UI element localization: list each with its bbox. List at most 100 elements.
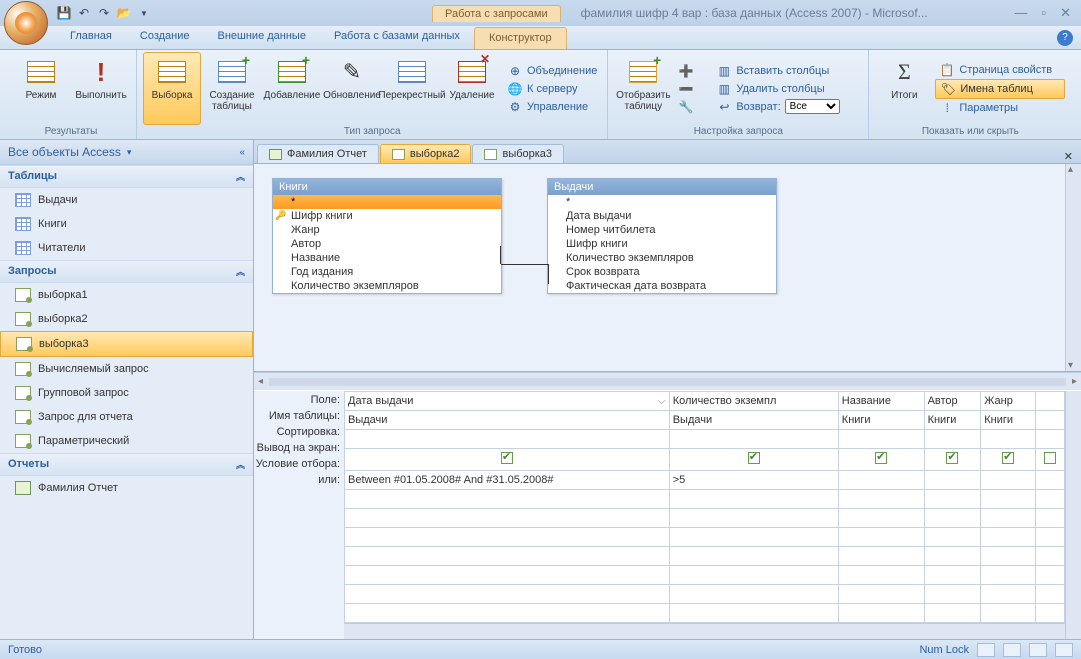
- grid-cell[interactable]: Выдачи: [669, 411, 838, 430]
- grid-cell[interactable]: [345, 603, 670, 622]
- grid-cell[interactable]: Дата выдачи ⌵: [345, 392, 670, 411]
- save-icon[interactable]: 💾: [56, 5, 72, 21]
- grid-cell[interactable]: [1035, 470, 1064, 489]
- grid-cell[interactable]: [345, 508, 670, 527]
- nav-header[interactable]: Все объекты Access▾«: [0, 140, 253, 165]
- grid-cell[interactable]: [669, 603, 838, 622]
- grid-cell[interactable]: [345, 565, 670, 584]
- grid-cell[interactable]: [924, 489, 981, 508]
- tab-database[interactable]: Работа с базами данных: [320, 26, 474, 49]
- grid-cell[interactable]: [924, 508, 981, 527]
- grid-cell[interactable]: [981, 527, 1036, 546]
- grid-cell[interactable]: Жанр: [981, 392, 1036, 411]
- tab-design[interactable]: Конструктор: [474, 27, 567, 49]
- grid-cell[interactable]: [838, 430, 924, 449]
- grid-cell[interactable]: [981, 430, 1036, 449]
- grid-cell[interactable]: [669, 449, 838, 470]
- view-datasheet-button[interactable]: [977, 643, 995, 657]
- grid-cell[interactable]: [981, 508, 1036, 527]
- nav-group-table[interactable]: Таблицы︽: [0, 165, 253, 188]
- grid-hscroll[interactable]: [344, 623, 1065, 639]
- nav-item[interactable]: Вычисляемый запрос: [0, 357, 253, 381]
- field-item[interactable]: Жанр: [273, 223, 501, 237]
- grid-cell[interactable]: [924, 584, 981, 603]
- grid-cell[interactable]: [669, 527, 838, 546]
- field-item[interactable]: Фактическая дата возврата: [548, 279, 776, 293]
- grid-cell[interactable]: [924, 565, 981, 584]
- grid-cell[interactable]: [981, 470, 1036, 489]
- grid-cell[interactable]: [924, 449, 981, 470]
- redo-icon[interactable]: ↷: [96, 5, 112, 21]
- view-pivot-button[interactable]: [1055, 643, 1073, 657]
- field-item[interactable]: Срок возврата: [548, 265, 776, 279]
- grid-cell[interactable]: [345, 584, 670, 603]
- doc-tab-query2[interactable]: выборка2: [380, 144, 472, 163]
- make-table-button[interactable]: Создание таблицы: [203, 52, 261, 125]
- delete-rows-button[interactable]: ➖: [674, 80, 710, 98]
- grid-cell[interactable]: [669, 508, 838, 527]
- tab-external[interactable]: Внешние данные: [204, 26, 320, 49]
- grid-cell[interactable]: [838, 470, 924, 489]
- grid-cell[interactable]: [1035, 508, 1064, 527]
- view-button[interactable]: Режим: [12, 52, 70, 125]
- show-table-button[interactable]: Отобразить таблицу: [614, 52, 672, 125]
- minimize-icon[interactable]: —: [1014, 5, 1027, 21]
- undo-icon[interactable]: ↶: [76, 5, 92, 21]
- nav-item[interactable]: Читатели: [0, 236, 253, 260]
- field-item[interactable]: Дата выдачи: [548, 209, 776, 223]
- grid-cell[interactable]: [838, 489, 924, 508]
- run-button[interactable]: !Выполнить: [72, 52, 130, 125]
- grid-cell[interactable]: [1035, 565, 1064, 584]
- nav-item[interactable]: выборка2: [0, 307, 253, 331]
- nav-item[interactable]: Параметрический: [0, 429, 253, 453]
- grid-cell[interactable]: [838, 546, 924, 565]
- show-checkbox[interactable]: [946, 452, 958, 464]
- grid-cell[interactable]: [345, 527, 670, 546]
- nav-group-query[interactable]: Запросы︽: [0, 260, 253, 283]
- insert-rows-button[interactable]: ➕: [674, 62, 710, 80]
- datadef-button[interactable]: ⚙Управление: [503, 98, 601, 116]
- grid-cell[interactable]: [669, 584, 838, 603]
- grid-cell[interactable]: [1035, 411, 1064, 430]
- grid-cell[interactable]: Between #01.05.2008# And #31.05.2008#: [345, 470, 670, 489]
- tab-create[interactable]: Создание: [126, 26, 204, 49]
- nav-item[interactable]: Запрос для отчета: [0, 405, 253, 429]
- help-icon[interactable]: ?: [1057, 30, 1073, 46]
- grid-cell[interactable]: [669, 546, 838, 565]
- parameters-button[interactable]: ⁞Параметры: [935, 99, 1065, 117]
- join-line[interactable]: [501, 264, 548, 265]
- passthrough-button[interactable]: 🌐К серверу: [503, 80, 601, 98]
- design-grid[interactable]: Дата выдачи ⌵Количество экземплНазваниеА…: [344, 391, 1065, 623]
- grid-cell[interactable]: [981, 565, 1036, 584]
- grid-cell[interactable]: >5: [669, 470, 838, 489]
- grid-cell[interactable]: Книги: [981, 411, 1036, 430]
- grid-cell[interactable]: Выдачи: [345, 411, 670, 430]
- table-names-button[interactable]: 🏷Имена таблиц: [935, 79, 1065, 99]
- grid-cell[interactable]: [669, 489, 838, 508]
- diagram-pane[interactable]: Книги * Шифр книги ЖанрАвторНазваниеГод …: [254, 164, 1081, 372]
- field-item[interactable]: *: [548, 195, 776, 209]
- insert-cols-button[interactable]: ▥Вставить столбцы: [712, 62, 862, 80]
- grid-cell[interactable]: [924, 603, 981, 622]
- grid-cell[interactable]: [924, 546, 981, 565]
- grid-cell[interactable]: [1035, 546, 1064, 565]
- grid-cell[interactable]: [924, 470, 981, 489]
- field-item[interactable]: Автор: [273, 237, 501, 251]
- diagram-hscroll[interactable]: ◂▸: [254, 372, 1081, 390]
- grid-cell[interactable]: [1035, 392, 1064, 411]
- grid-cell[interactable]: [838, 527, 924, 546]
- delete-button[interactable]: Удаление: [443, 52, 501, 125]
- close-tab-button[interactable]: ✕: [1056, 150, 1081, 163]
- grid-cell[interactable]: Автор: [924, 392, 981, 411]
- nav-item[interactable]: Книги: [0, 212, 253, 236]
- grid-cell[interactable]: [1035, 489, 1064, 508]
- builder-button[interactable]: 🔧: [674, 98, 710, 116]
- grid-cell[interactable]: [981, 489, 1036, 508]
- delete-cols-button[interactable]: ▥Удалить столбцы: [712, 80, 862, 98]
- grid-cell[interactable]: [981, 603, 1036, 622]
- append-button[interactable]: Добавление: [263, 52, 321, 125]
- return-rows[interactable]: ↩Возврат: Все: [712, 98, 862, 116]
- qat-dropdown-icon[interactable]: ▼: [136, 5, 152, 21]
- grid-cell[interactable]: [1035, 527, 1064, 546]
- grid-cell[interactable]: [838, 449, 924, 470]
